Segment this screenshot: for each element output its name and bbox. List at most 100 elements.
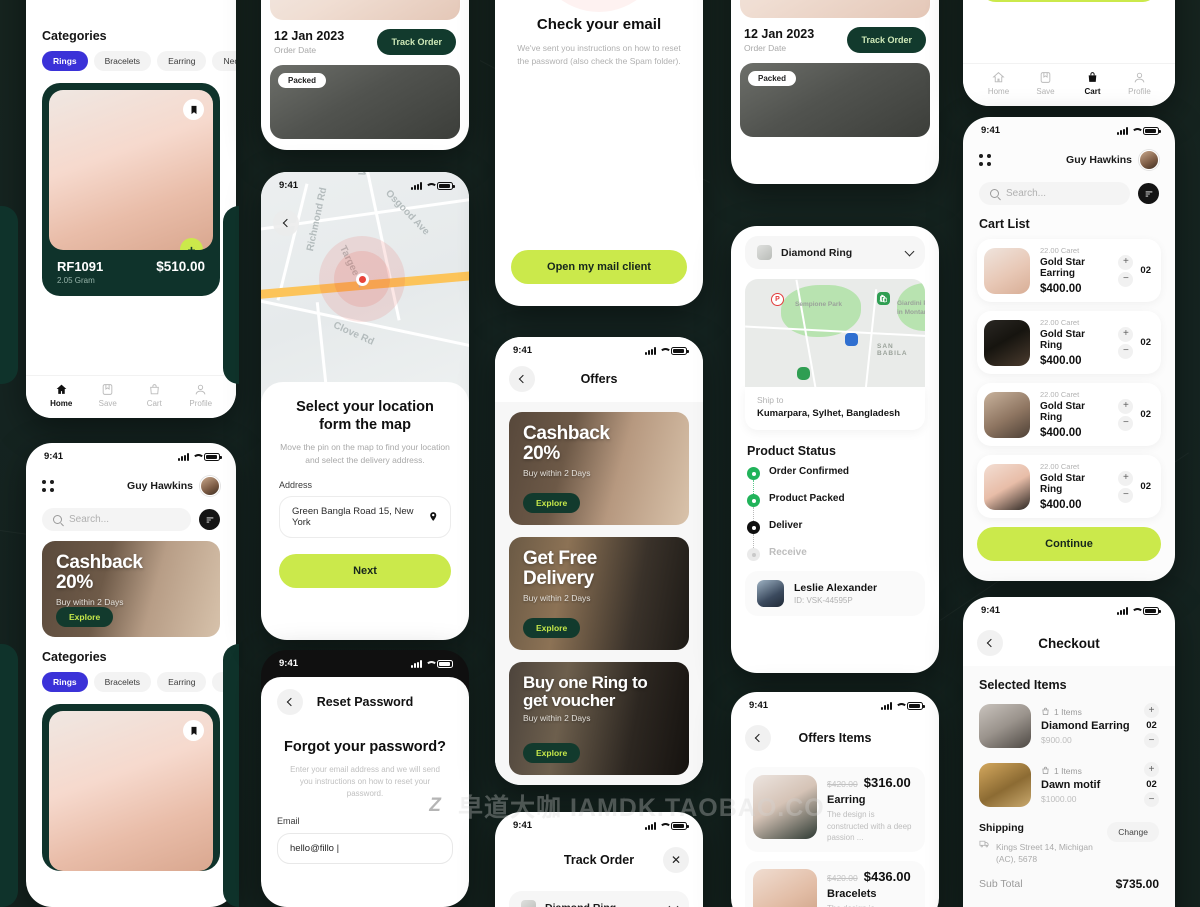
wifi-icon (425, 182, 434, 190)
cart-row[interactable]: 22.00 Caret Gold Star Ring $400.00 + − 0… (977, 383, 1161, 446)
open-mail-client-button[interactable]: Open my mail client (511, 250, 687, 284)
total-row: Sub Total $735.00 (979, 870, 1159, 898)
map-marker-shop[interactable]: 🛍 (877, 292, 890, 305)
status-bar: 9:41 (963, 597, 1175, 618)
tab-home[interactable]: Home (975, 71, 1022, 96)
tab-save[interactable]: Save (85, 383, 132, 408)
search-row: Search... (963, 176, 1175, 215)
tab-profile[interactable]: Profile (1116, 71, 1163, 96)
email-field[interactable]: hello@fillo | (277, 833, 453, 864)
track-order-button[interactable]: Track Order (377, 29, 456, 55)
add-to-cart-button[interactable]: + (180, 238, 203, 250)
tab-cart[interactable]: Cart (131, 383, 178, 408)
increase-quantity-button[interactable]: + (1118, 470, 1134, 486)
chip-rings[interactable]: Rings (42, 672, 88, 692)
map-marker-park[interactable] (797, 367, 810, 380)
avatar[interactable] (200, 476, 220, 496)
promo-banner[interactable]: Cashback 20% Buy within 2 Days Explore (42, 541, 220, 637)
increase-quantity-button[interactable]: + (1118, 254, 1134, 270)
offer-card[interactable]: Get Free Delivery Buy within 2 Days Expl… (509, 537, 689, 650)
tab-profile[interactable]: Profile (178, 383, 225, 408)
search-input[interactable]: Search... (979, 182, 1130, 205)
reset-heading: Forgot your password? (284, 739, 446, 755)
back-button[interactable] (977, 630, 1003, 656)
product-selector[interactable]: Diamond Ring (509, 891, 689, 907)
decrease-quantity-button[interactable]: − (1144, 792, 1159, 807)
address-input[interactable]: Green Bangla Road 15, New York (279, 495, 451, 538)
back-button[interactable] (277, 689, 303, 715)
back-button[interactable] (509, 366, 535, 392)
tab-cart[interactable]: Cart (1069, 71, 1116, 96)
close-icon[interactable]: ✕ (663, 847, 689, 873)
chip-necklace[interactable]: Necklace (212, 51, 236, 71)
product-selector[interactable]: Diamond Ring (745, 236, 925, 269)
avatar[interactable] (1139, 150, 1159, 170)
bookmark-icon[interactable] (183, 99, 204, 120)
tab-home[interactable]: Home (38, 383, 85, 408)
map-view[interactable]: Van Duzer Osgood Ave Targee St Richmond … (261, 172, 469, 402)
shipping-block: Shipping Kings Street 14, Michigan (AC),… (979, 814, 1159, 870)
map-marker-store[interactable] (845, 333, 858, 346)
map-marker-p[interactable]: P (771, 293, 784, 306)
change-address-button[interactable]: Change (1107, 822, 1159, 842)
search-input[interactable]: Search... (42, 508, 191, 531)
track-order-button[interactable]: Track Order (847, 27, 926, 53)
increase-quantity-button[interactable]: + (1144, 703, 1159, 718)
menu-grid-icon[interactable] (42, 480, 54, 492)
bookmark-icon[interactable] (183, 720, 204, 741)
increase-quantity-button[interactable]: + (1118, 326, 1134, 342)
filter-button[interactable] (199, 509, 220, 530)
cart-row[interactable]: 22.00 Caret Gold Star Ring $400.00 + − 0… (977, 455, 1161, 518)
signal-icon (1117, 606, 1128, 615)
explore-button[interactable]: Explore (523, 618, 581, 638)
explore-button[interactable]: Explore (523, 493, 581, 513)
increase-quantity-button[interactable]: + (1118, 398, 1134, 414)
chip-earring[interactable]: Earring (157, 51, 207, 71)
decrease-quantity-button[interactable]: − (1118, 343, 1134, 359)
offer-item-row[interactable]: $420.00 $316.00 Earring The design is co… (745, 767, 925, 852)
user-profile[interactable]: Guy Hawkins (127, 476, 220, 496)
offer-card[interactable]: Cashback 20% Buy within 2 Days Explore (509, 412, 689, 525)
back-button[interactable] (745, 725, 771, 751)
offer-card[interactable]: Buy one Ring to get voucher Buy within 2… (509, 662, 689, 775)
cart-row[interactable]: 22.00 Caret Gold Star Earring $400.00 + … (977, 239, 1161, 302)
promo-title-2: 20% (56, 571, 93, 593)
continue-button[interactable]: Continue (977, 527, 1161, 561)
increase-quantity-button[interactable]: + (1144, 762, 1159, 777)
chip-rings[interactable]: Rings (42, 51, 88, 71)
product-card[interactable] (42, 704, 220, 871)
decrease-quantity-button[interactable]: − (1118, 487, 1134, 503)
user-profile[interactable]: Guy Hawkins (1066, 150, 1159, 170)
delivery-map[interactable]: Sempione Park Giardini Pubblici in Monta… (745, 279, 925, 387)
chip-earring[interactable]: Earring (157, 672, 207, 692)
bag-icon (1042, 707, 1049, 715)
cart-item-qty: 02 (1140, 265, 1151, 276)
offers-screen: 9:41 Offers Cashback 20% Buy within 2 Da… (495, 337, 703, 785)
decrease-quantity-button[interactable]: − (1118, 415, 1134, 431)
courier-card[interactable]: Leslie Alexander ID: VSK-44595P (745, 571, 925, 616)
decrease-quantity-button[interactable]: − (1118, 271, 1134, 287)
checkout-item-row[interactable]: 1 Items Diamond Earring $900.00 + 02 − (979, 696, 1159, 755)
chip-bracelets[interactable]: Bracelets (93, 51, 152, 71)
map-pin[interactable] (355, 272, 369, 286)
order-date: 12 Jan 2023 (744, 27, 815, 41)
filter-button[interactable] (1138, 183, 1159, 204)
explore-button[interactable]: Explore (523, 743, 581, 763)
home-topbar: Guy Hawkins (26, 464, 236, 502)
offer-item-row[interactable]: $420.00 $436.00 Bracelets The design is … (745, 860, 925, 907)
continue-button[interactable]: Continue (979, 0, 1159, 2)
checkout-item-row[interactable]: 1 Items Dawn motif $1000.00 + 02 − (979, 755, 1159, 814)
cart-item-qty: 02 (1140, 481, 1151, 492)
cart-row[interactable]: 22.00 Caret Gold Star Ring $400.00 + − 0… (977, 311, 1161, 374)
chip-bracelets[interactable]: Bracelets (93, 672, 152, 692)
address-label: Address (279, 479, 313, 490)
product-card[interactable]: + RF1091 2.05 Gram $510.00 (42, 83, 220, 296)
decrease-quantity-button[interactable]: − (1144, 733, 1159, 748)
offer-subtitle: Buy within 2 Days (523, 467, 591, 478)
tab-save[interactable]: Save (1022, 71, 1069, 96)
explore-button[interactable]: Explore (56, 606, 114, 627)
cart-item-image (984, 463, 1030, 510)
next-button[interactable]: Next (279, 553, 451, 588)
menu-grid-icon[interactable] (979, 154, 991, 166)
back-button[interactable] (273, 210, 299, 236)
